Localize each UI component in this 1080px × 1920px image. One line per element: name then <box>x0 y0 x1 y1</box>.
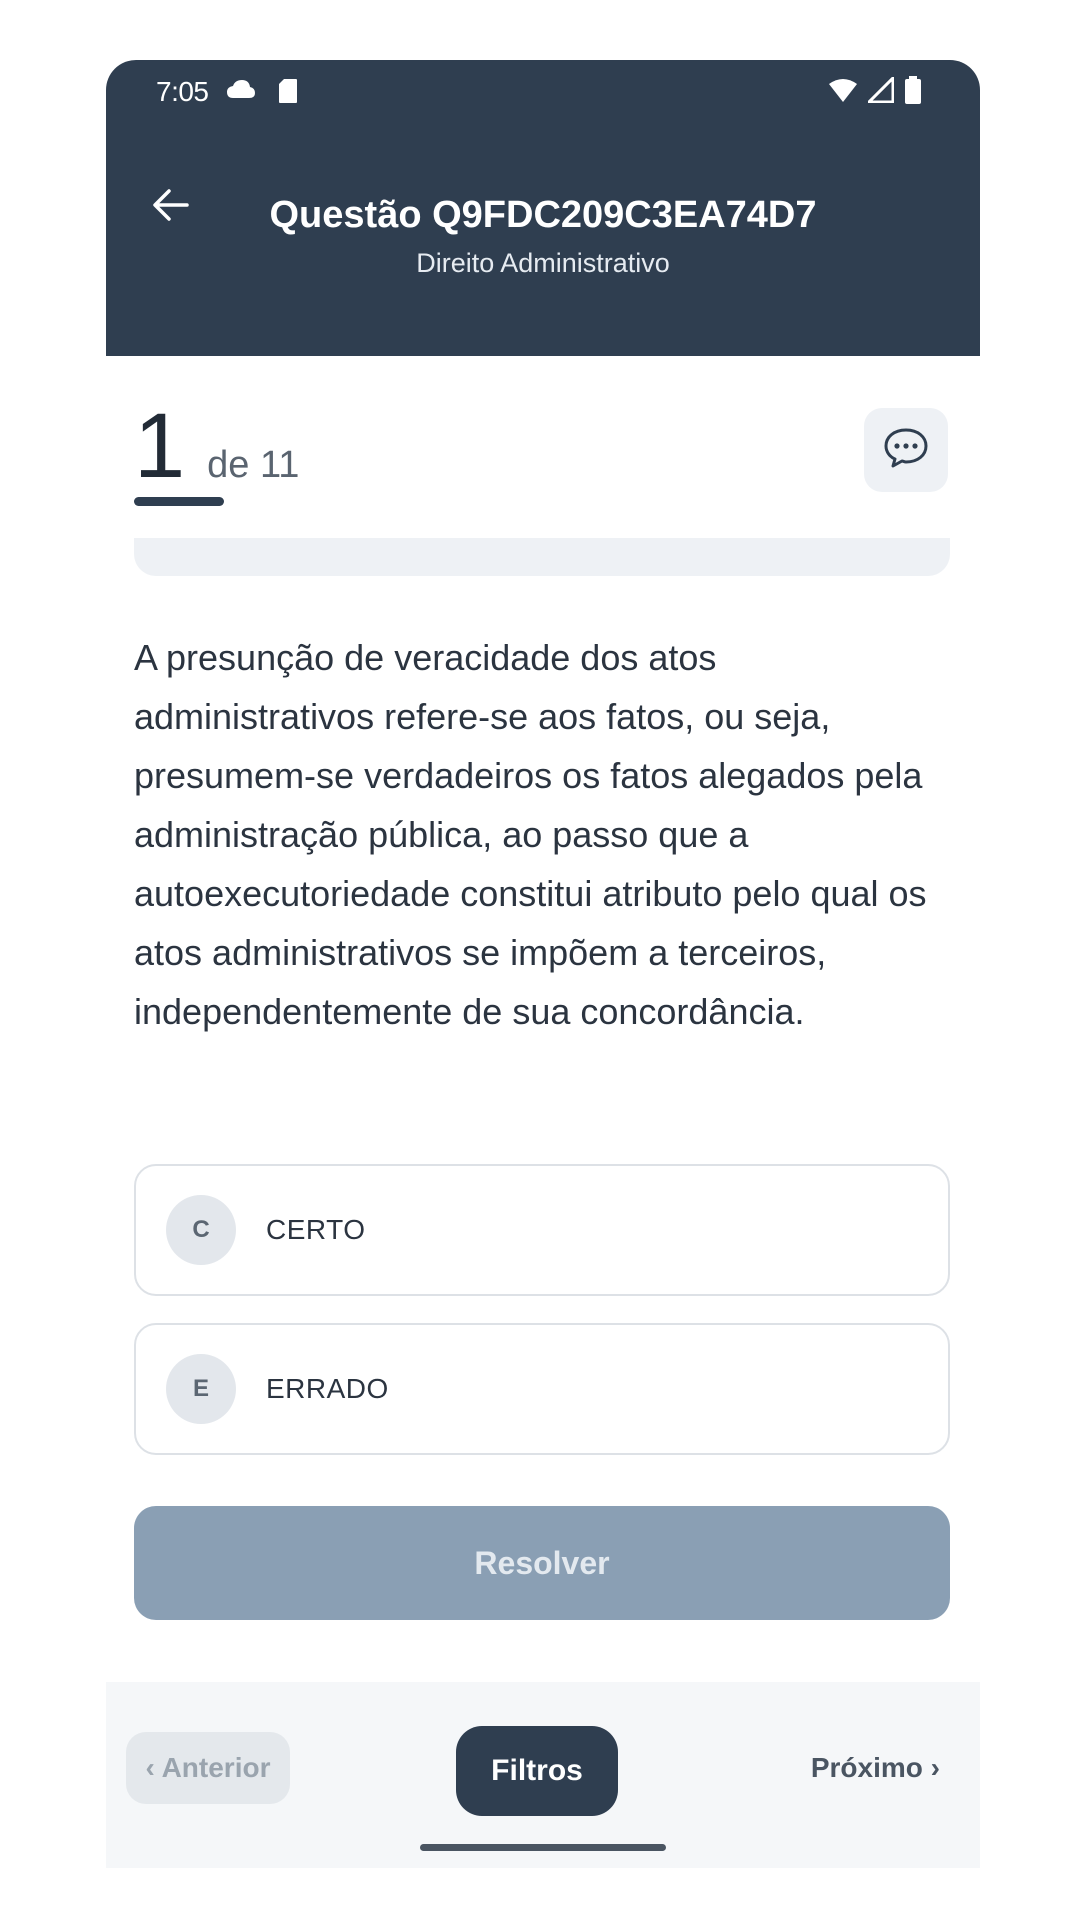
comments-button[interactable] <box>864 408 948 492</box>
option-letter-badge: C <box>166 1195 236 1265</box>
chat-bubble-icon <box>883 427 929 474</box>
bottom-navigation: ‹ Anterior Filtros Próximo › <box>106 1682 980 1868</box>
filters-button[interactable]: Filtros <box>456 1726 618 1816</box>
status-bar: 7:05 <box>106 60 980 120</box>
cloud-icon <box>226 78 256 109</box>
next-button[interactable]: Próximo › <box>811 1732 940 1804</box>
option-label: ERRADO <box>266 1373 389 1404</box>
sd-card-icon <box>278 78 298 109</box>
previous-button[interactable]: ‹ Anterior <box>126 1732 290 1804</box>
home-indicator[interactable] <box>420 1844 666 1851</box>
question-counter: 1 de 11 <box>134 400 299 492</box>
app-header: 7:05 Questão Q9FDC209C3EA74D7 Direito Ad… <box>106 60 980 356</box>
option-label: CERTO <box>266 1214 366 1245</box>
page-subtitle: Direito Administrativo <box>416 248 670 278</box>
battery-icon <box>904 76 922 109</box>
status-time: 7:05 <box>156 76 209 107</box>
page-title: Questão Q9FDC209C3EA74D7 <box>269 194 817 236</box>
divider-strip <box>134 538 950 576</box>
wifi-icon <box>828 77 858 108</box>
option-letter-badge: E <box>166 1354 236 1424</box>
phone-screen: 7:05 Questão Q9FDC209C3EA74D7 Direito Ad… <box>106 60 980 1868</box>
resolve-button[interactable]: Resolver <box>134 1506 950 1620</box>
option-errado[interactable]: E ERRADO <box>134 1323 950 1455</box>
option-certo[interactable]: C CERTO <box>134 1164 950 1296</box>
counter-underline <box>134 497 224 506</box>
question-text: A presunção de veracidade dos atos admin… <box>134 637 927 1032</box>
counter-current: 1 <box>134 395 186 497</box>
signal-icon <box>865 74 895 108</box>
counter-total: de 11 <box>207 444 300 486</box>
